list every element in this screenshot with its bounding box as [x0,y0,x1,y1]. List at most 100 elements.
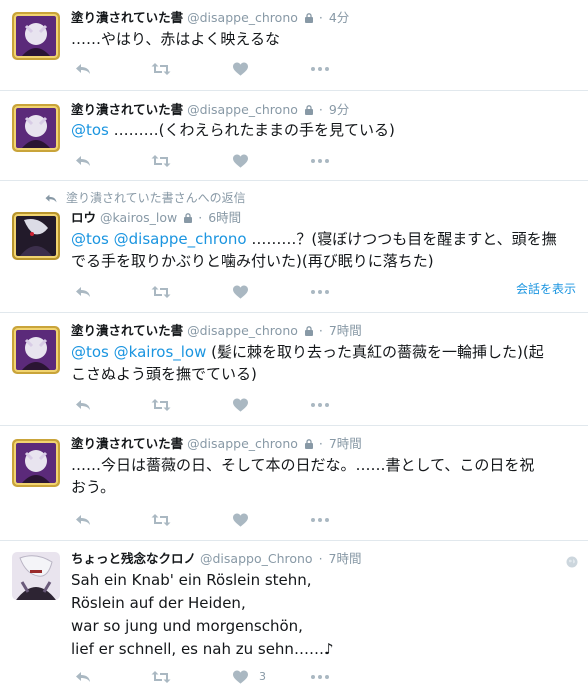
reply-context-text: 塗り潰されていた書さんへの返信 [66,191,246,205]
tweet[interactable]: ちょっと残念なクロノ @disappo_Chrono · 7時間 Sah ein… [0,542,588,698]
tweet-text-content: (髪に棘を取り去った真紅の薔薇を一輪挿した)(起 [206,343,544,361]
retweet-button[interactable] [151,61,171,77]
screen-name[interactable]: @disappo_Chrono [200,551,313,566]
mention-link[interactable]: @disappe_chrono [114,230,247,248]
retweet-button[interactable] [151,153,171,169]
display-name[interactable]: 塗り潰されていた書 [71,436,183,451]
screen-name[interactable]: @disappe_chrono [187,102,298,117]
mention-link[interactable]: @kairos_low [114,343,207,361]
mention-link[interactable]: @tos [71,121,109,139]
display-name[interactable]: 塗り潰されていた書 [71,10,183,25]
screen-name[interactable]: @disappe_chrono [187,436,298,451]
separator: · [198,210,203,225]
view-conversation-link[interactable]: 会話を表示 [516,280,576,297]
avatar[interactable] [12,552,60,600]
like-button[interactable] [230,61,250,77]
tweet-text: ……やはり、赤はよく映えるな [71,28,577,50]
like-icon [232,513,248,527]
like-icon [232,154,248,168]
timestamp[interactable]: 7時間 [329,436,362,451]
tweet[interactable]: 塗り潰されていた書 @disappe_chrono · 4分 ……やはり、赤はよ… [0,0,588,91]
timestamp[interactable]: 7時間 [329,323,362,338]
tweet-text-line: Sah ein Knab' ein Röslein stehn, [71,571,312,589]
retweet-button[interactable] [151,669,171,685]
lock-icon [304,105,313,115]
reply-button[interactable] [73,61,93,77]
tweet[interactable]: 塗り潰されていた書 @disappe_chrono · 7時間 ……今日は薔薇の… [0,427,588,541]
like-button[interactable] [230,284,250,300]
tweet-text-content: おう。 [71,478,116,496]
timestamp[interactable]: 6時間 [208,210,241,225]
retweet-icon [151,399,171,411]
retweet-icon [151,155,171,167]
tweet-text-line: lief er schnell, es nah zu sehn……♪ [71,640,334,658]
reply-icon [76,515,90,525]
tweet-text-content: こさぬよう頭を撫でている) [71,365,257,383]
reply-button[interactable] [73,153,93,169]
reply-icon [76,672,90,682]
timestamp[interactable]: 7時間 [329,551,362,566]
tweet-header: 塗り潰されていた書 @disappe_chrono · 7時間 [71,322,362,340]
more-button[interactable] [310,284,330,300]
avatar[interactable] [12,439,60,487]
screen-name[interactable]: @disappe_chrono [187,10,298,25]
reply-button[interactable] [73,397,93,413]
tweet-text-content: ………？(寝ぼけつつも目を醒ますと、頭を撫 [246,230,557,248]
more-icon [311,675,329,679]
reply-button[interactable] [73,284,93,300]
more-button[interactable] [310,61,330,77]
tweet-text: @tos ………(くわえられたままの手を見ている) [71,119,577,141]
tweet[interactable]: 塗り潰されていた書さんへの返信 ロウ @kairos_low · 6時間 @to… [0,182,588,313]
more-button[interactable] [310,512,330,528]
tweet-header: 塗り潰されていた書 @disappe_chrono · 7時間 [71,435,362,453]
tweet-text: @tos @kairos_low (髪に棘を取り去った真紅の薔薇を一輪挿した)(… [71,341,577,385]
timestamp[interactable]: 9分 [329,102,349,117]
reply-icon [76,156,90,166]
display-name[interactable]: ロウ [71,210,96,225]
like-button[interactable] [230,397,250,413]
like-icon [232,62,248,76]
reply-icon [76,400,90,410]
tweet-text: Sah ein Knab' ein Röslein stehn, Röslein… [71,569,577,661]
avatar[interactable] [12,104,60,152]
display-name[interactable]: ちょっと残念なクロノ [71,551,196,566]
lock-icon [304,13,313,23]
tweet-text-line: Röslein auf der Heiden, [71,594,246,612]
more-button[interactable] [310,397,330,413]
like-button[interactable] [230,512,250,528]
tweet[interactable]: 塗り潰されていた書 @disappe_chrono · 7時間 @tos @ka… [0,314,588,426]
more-button[interactable] [310,669,330,685]
tweet[interactable]: 塗り潰されていた書 @disappe_chrono · 9分 @tos ………(… [0,92,588,181]
screen-name[interactable]: @kairos_low [100,210,177,225]
retweet-button[interactable] [151,284,171,300]
timestamp[interactable]: 4分 [329,10,349,25]
display-name[interactable]: 塗り潰されていた書 [71,102,183,117]
reply-button[interactable] [73,669,93,685]
retweet-button[interactable] [151,512,171,528]
like-icon [232,285,248,299]
like-count[interactable]: 3 [259,669,266,685]
retweet-button[interactable] [151,397,171,413]
reply-context[interactable]: 塗り潰されていた書さんへの返信 [44,190,246,206]
screen-name[interactable]: @disappe_chrono [187,323,298,338]
display-name[interactable]: 塗り潰されていた書 [71,323,183,338]
tweet-header: 塗り潰されていた書 @disappe_chrono · 9分 [71,101,349,119]
more-icon [311,403,329,407]
reply-icon [76,64,90,74]
lock-icon [304,326,313,336]
avatar[interactable] [12,326,60,374]
tweet-text-content: ………(くわえられたままの手を見ている) [108,121,395,139]
more-icon [311,518,329,522]
tweet-text: @tos @disappe_chrono ………？(寝ぼけつつも目を醒ますと、頭… [71,228,577,272]
more-button[interactable] [310,153,330,169]
avatar[interactable] [12,12,60,60]
reply-button[interactable] [73,512,93,528]
mention-link[interactable]: @tos [71,230,109,248]
like-button[interactable] [230,669,250,685]
lock-icon [304,439,313,449]
avatar[interactable] [12,212,60,260]
like-button[interactable] [230,153,250,169]
mention-link[interactable]: @tos [71,343,109,361]
reply-icon [76,287,90,297]
separator: · [318,436,323,451]
